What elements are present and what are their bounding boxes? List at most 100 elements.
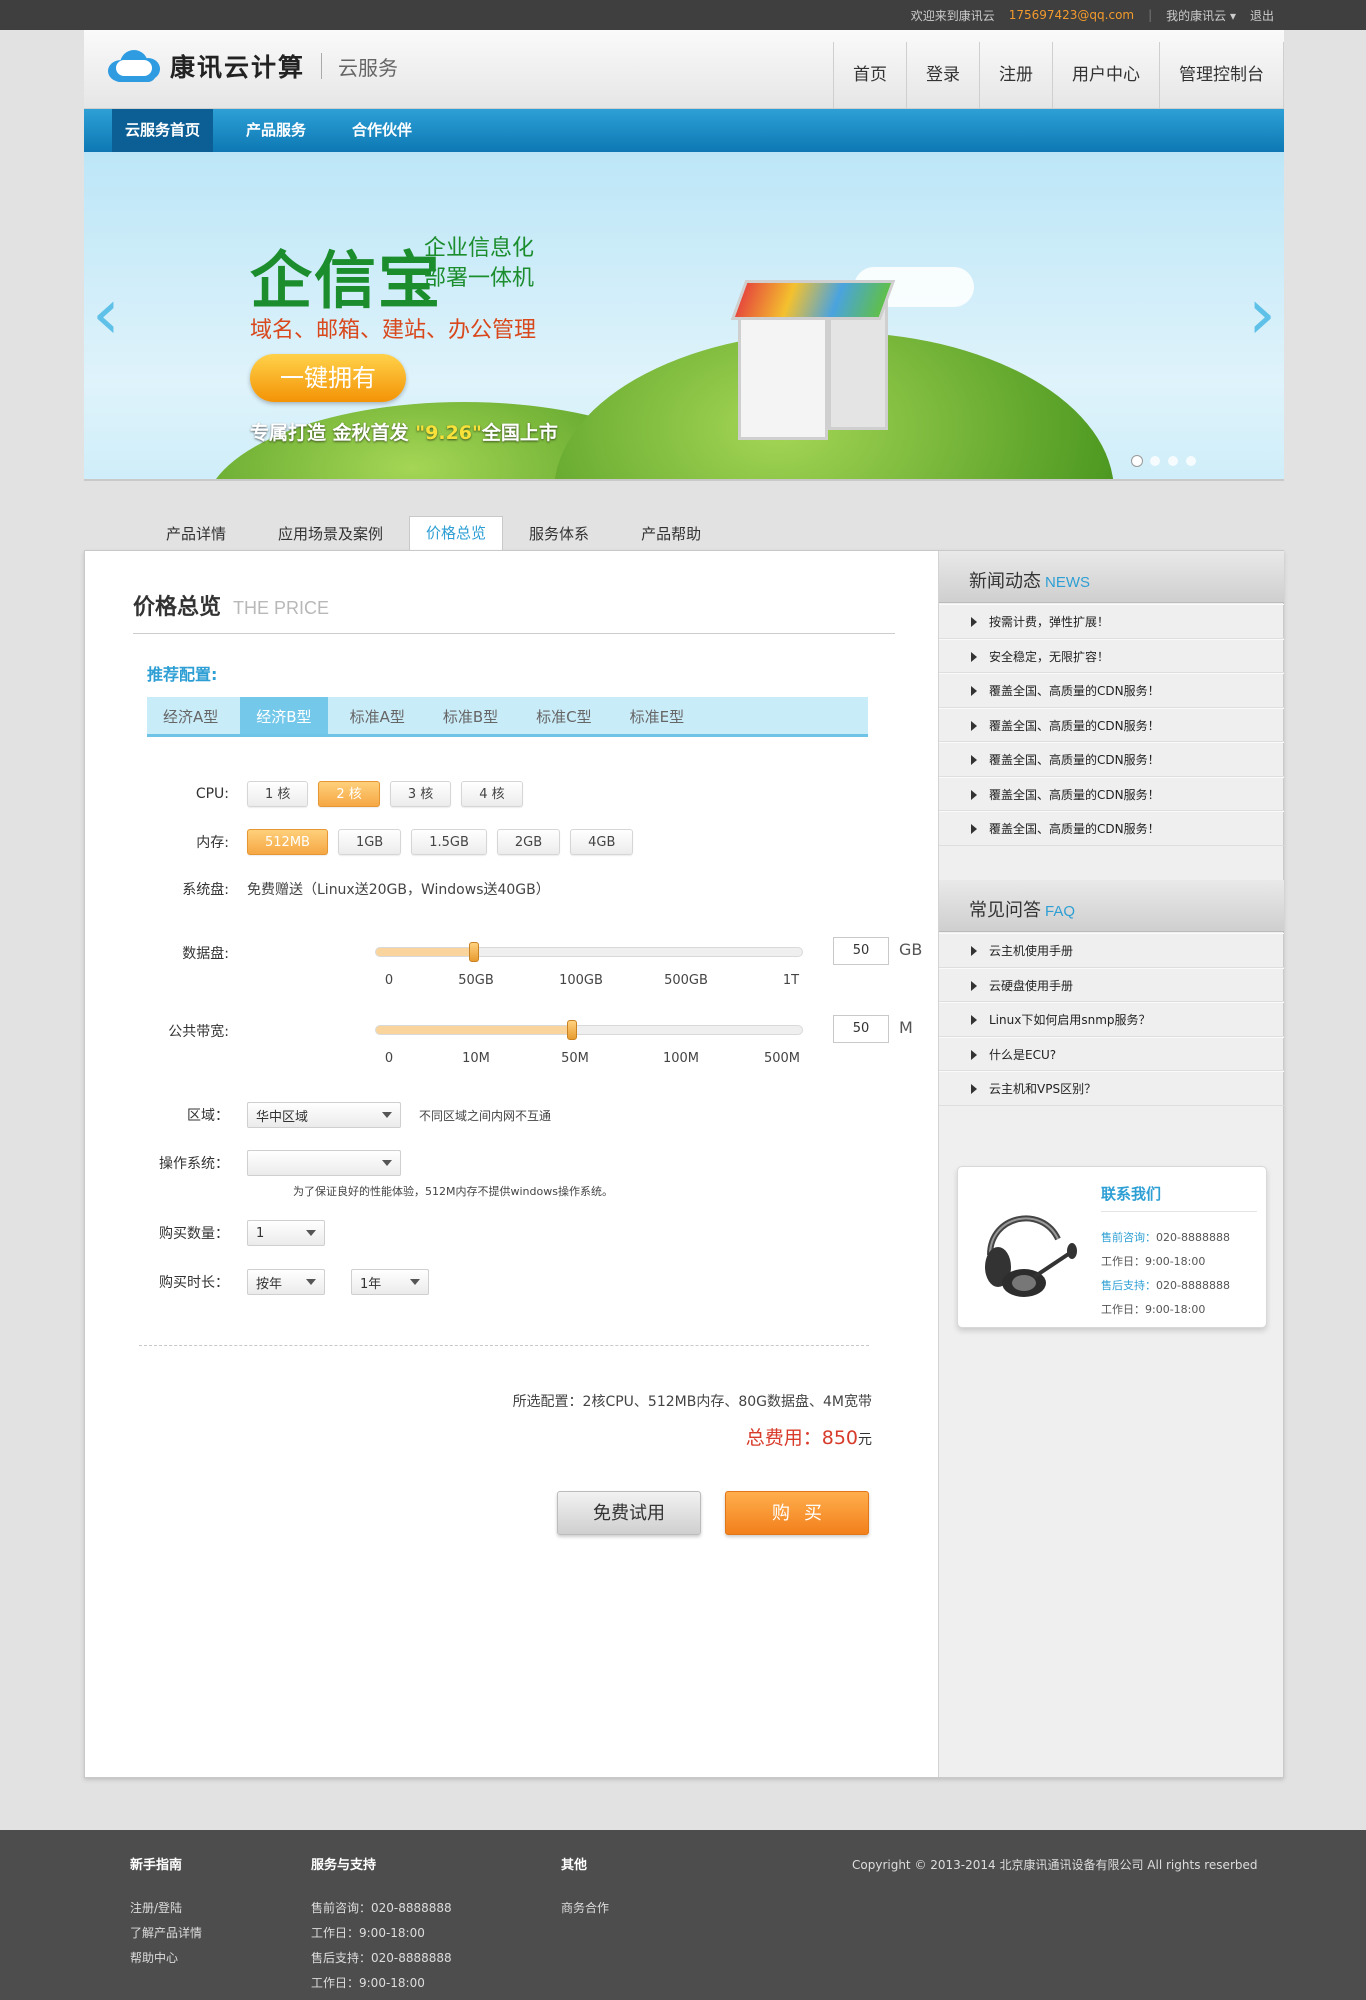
banner-cta-button[interactable]: 一键拥有 [250, 354, 406, 402]
banner-subtitle: 企业信息化 部署一体机 [424, 236, 535, 291]
divider: | [1148, 8, 1153, 22]
region-select[interactable]: 华中区域 [247, 1102, 401, 1128]
tab-service-system[interactable]: 服务体系 [503, 518, 615, 551]
faq-header: 常见问答 FAQ [939, 880, 1284, 932]
news-item[interactable]: 按需计费，弹性扩展！ [939, 604, 1284, 639]
news-list: 按需计费，弹性扩展！ 安全稳定，无限扩容！ 覆盖全国、高质量的CDN服务！ 覆盖… [939, 604, 1284, 846]
cpu-option[interactable]: 4 核 [461, 781, 523, 807]
footer-link[interactable]: 注册/登陆 [130, 1901, 202, 1916]
banner-next-arrow[interactable]: › [1240, 279, 1284, 349]
footer-heading: 其他 [561, 1858, 588, 1873]
contact-title: 联系我们 [1101, 1183, 1257, 1212]
duration-label: 购买时长： [159, 1275, 229, 1291]
nav-console[interactable]: 管理控制台 [1159, 42, 1284, 109]
memory-option[interactable]: 4GB [570, 829, 634, 855]
memory-option[interactable]: 1.5GB [411, 829, 487, 855]
hero-banner: ‹ › 企信宝 企业信息化 部署一体机 域名、邮箱、建站、办公管理 一键拥有 专… [84, 152, 1284, 481]
cpu-option[interactable]: 3 核 [389, 781, 452, 807]
subnav-cloud-home[interactable]: 云服务首页 [112, 109, 214, 152]
pager-dot[interactable] [1168, 456, 1178, 466]
duration-unit-select[interactable]: 按年 [247, 1269, 325, 1295]
model-tab[interactable]: 标准E型 [614, 697, 700, 734]
bandwidth-slider[interactable] [375, 1020, 803, 1040]
news-item[interactable]: 覆盖全国、高质量的CDN服务！ [939, 811, 1284, 846]
buy-button[interactable]: 购买 [725, 1491, 869, 1535]
footer-link[interactable]: 了解产品详情 [130, 1926, 202, 1941]
pager-dot[interactable] [1132, 456, 1142, 466]
cpu-label: CPU: [195, 786, 229, 802]
faq-list: 云主机使用手册 云硬盘使用手册 Linux下如何启用snmp服务？ 什么是ECU… [939, 933, 1284, 1106]
news-item[interactable]: 覆盖全国、高质量的CDN服务！ [939, 707, 1284, 742]
tick-label: 100GB [559, 973, 603, 988]
tab-product-detail[interactable]: 产品详情 [140, 518, 252, 551]
footer-link[interactable]: 帮助中心 [130, 1951, 202, 1966]
my-cloud-menu[interactable]: 我的康讯云 ▾ [1166, 7, 1236, 24]
cpu-option[interactable]: 1 核 [247, 781, 309, 807]
data-disk-slider[interactable] [375, 942, 803, 962]
slider-handle[interactable] [468, 942, 479, 962]
tab-scenarios[interactable]: 应用场景及案例 [252, 518, 409, 551]
news-item[interactable]: 安全稳定，无限扩容！ [939, 638, 1284, 673]
model-tab[interactable]: 标准B型 [427, 697, 514, 734]
memory-option[interactable]: 2GB [496, 829, 561, 855]
faq-item[interactable]: 云主机使用手册 [939, 933, 1284, 968]
system-disk-row: 系统盘: 免费赠送（Linux送20GB，Windows送40GB） [147, 879, 549, 899]
nav-home[interactable]: 首页 [833, 42, 906, 109]
nav-register[interactable]: 注册 [979, 42, 1052, 109]
model-tab[interactable]: 标准A型 [334, 697, 421, 734]
top-bar: 欢迎来到康讯云 175697423@qq.com | 我的康讯云 ▾ 退出 [0, 0, 1366, 30]
slider-handle[interactable] [566, 1020, 577, 1040]
model-tab[interactable]: 经济B型 [240, 697, 328, 734]
presales-hours: 工作日：9:00-18:00 [1101, 1255, 1206, 1268]
memory-option[interactable]: 512MB [247, 829, 328, 855]
slider-fill [376, 948, 474, 956]
brand-sub: 云服务 [338, 55, 399, 80]
subnav-products[interactable]: 产品服务 [233, 109, 319, 152]
footer-text: 售前咨询：020-8888888 [311, 1901, 452, 1915]
faq-item[interactable]: 云主机和VPS区别？ [939, 1071, 1284, 1106]
logout-link[interactable]: 退出 [1250, 7, 1274, 24]
tick-label: 500M [763, 1051, 801, 1066]
tab-price-overview[interactable]: 价格总览 [409, 516, 504, 551]
site-header: 康讯云计算 云服务 首页 登录 注册 用户中心 管理控制台 [84, 30, 1284, 109]
model-tab[interactable]: 标准C型 [520, 697, 607, 734]
news-header: 新闻动态 NEWS [939, 551, 1284, 603]
subnav-partners[interactable]: 合作伙伴 [339, 109, 425, 152]
footer-other: 其他 商务合作 [561, 1854, 609, 1926]
faq-item[interactable]: 云硬盘使用手册 [939, 967, 1284, 1002]
news-item[interactable]: 覆盖全国、高质量的CDN服务！ [939, 776, 1284, 811]
logo[interactable]: 康讯云计算 云服务 [104, 46, 398, 86]
pager-dot[interactable] [1186, 456, 1196, 466]
footer-link[interactable]: 商务合作 [561, 1901, 609, 1916]
news-item[interactable]: 覆盖全国、高质量的CDN服务！ [939, 673, 1284, 708]
bandwidth-input[interactable]: 50 [833, 1015, 889, 1043]
page-title: 价格总览 THE PRICE [133, 589, 895, 634]
banner-prev-arrow[interactable]: ‹ [84, 279, 128, 349]
chevron-down-icon [306, 1279, 316, 1285]
tab-product-help[interactable]: 产品帮助 [615, 518, 727, 551]
data-disk-input[interactable]: 50 [833, 937, 889, 965]
quantity-select[interactable]: 1 [247, 1220, 325, 1246]
duration-select[interactable]: 1年 [351, 1269, 429, 1295]
nav-login[interactable]: 登录 [906, 42, 979, 109]
os-select[interactable] [247, 1150, 401, 1176]
nav-user-center[interactable]: 用户中心 [1052, 42, 1159, 109]
faq-item[interactable]: 什么是ECU? [939, 1036, 1284, 1071]
slider-fill [376, 1026, 572, 1034]
cpu-option[interactable]: 2 核 [318, 781, 380, 807]
user-email-link[interactable]: 175697423@qq.com [1009, 8, 1134, 22]
banner-pager [1132, 456, 1196, 466]
memory-option[interactable]: 1GB [337, 829, 402, 855]
news-item[interactable]: 覆盖全国、高质量的CDN服务！ [939, 742, 1284, 777]
banner-footer-text: 专属打造 金秋首发 "9.26"全国上市 [250, 422, 558, 444]
data-disk-unit: GB [899, 940, 923, 959]
bandwidth-unit: M [899, 1018, 913, 1037]
tick-label: 10M [462, 1051, 490, 1066]
pager-dot[interactable] [1150, 456, 1160, 466]
faq-item[interactable]: Linux下如何启用snmp服务？ [939, 1002, 1284, 1037]
model-tab[interactable]: 经济A型 [147, 697, 234, 734]
brand-name: 康讯云计算 [170, 53, 306, 82]
aftersales-line: 售后支持：020-8888888 [1101, 1279, 1230, 1292]
free-trial-button[interactable]: 免费试用 [557, 1491, 701, 1535]
data-disk-row: 数据盘: [147, 943, 247, 963]
